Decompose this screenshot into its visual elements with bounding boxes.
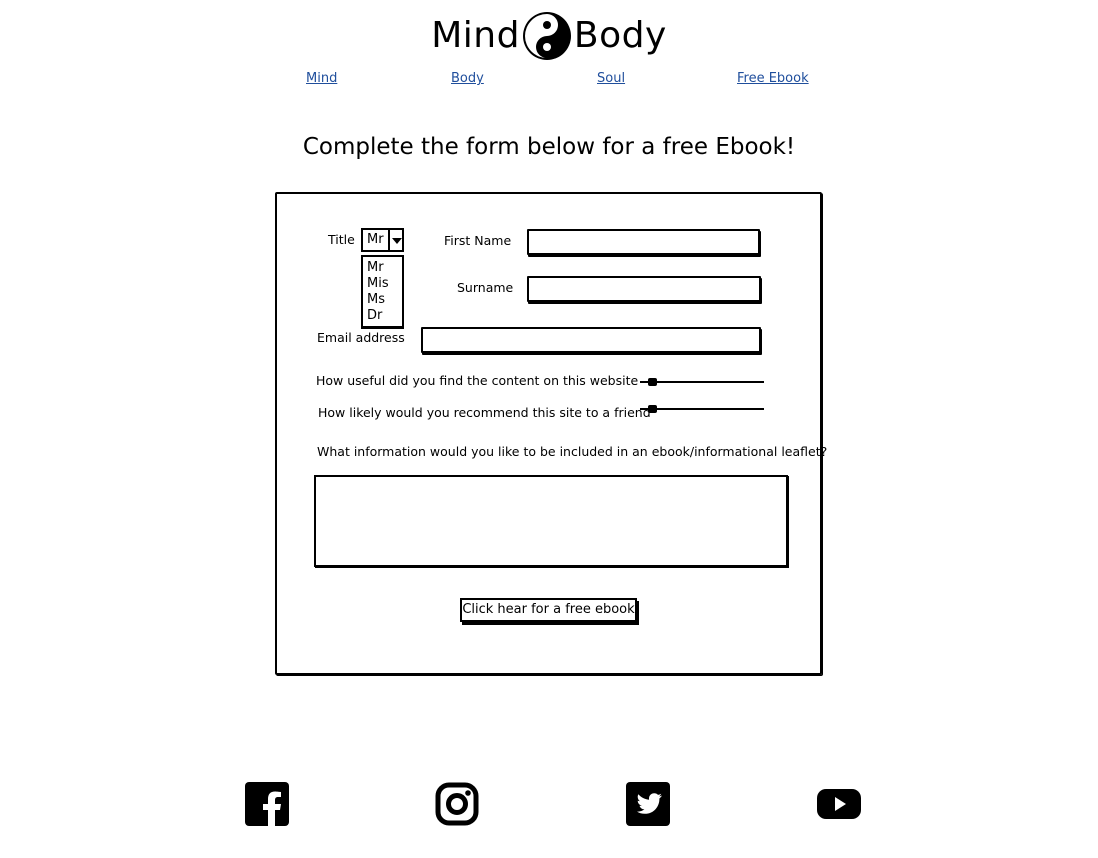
yin-yang-icon: [522, 12, 571, 60]
twitter-icon[interactable]: [626, 782, 670, 826]
title-select[interactable]: Mr: [361, 228, 404, 252]
surname-label: Surname: [457, 280, 514, 295]
email-label: Email address: [317, 330, 405, 345]
logo-text-mind: Mind: [431, 15, 520, 56]
first-name-input[interactable]: [527, 229, 760, 255]
logo-text-body: Body: [573, 15, 667, 56]
chevron-down-icon[interactable]: [392, 238, 402, 244]
nav-link-body[interactable]: Body: [451, 71, 484, 86]
first-name-label: First Name: [444, 233, 512, 248]
free-ebook-submit-button[interactable]: Click hear for a free ebook: [460, 598, 637, 622]
usefulness-slider-thumb[interactable]: [648, 378, 658, 386]
title-label: Title: [328, 232, 355, 247]
recommend-slider[interactable]: [640, 408, 764, 410]
recommend-slider-thumb[interactable]: [648, 405, 658, 413]
info-label: What information would you like to be in…: [317, 444, 828, 459]
surname-input[interactable]: [527, 276, 761, 302]
title-dropdown-list: Mr Mis Ms Dr: [361, 255, 404, 329]
title-option-mr[interactable]: Mr: [367, 260, 384, 276]
title-option-ms[interactable]: Ms: [367, 292, 385, 308]
nav-link-mind[interactable]: Mind: [306, 71, 337, 86]
recommend-label: How likely would you recommend this site…: [318, 405, 651, 420]
facebook-icon[interactable]: [245, 782, 289, 826]
email-input[interactable]: [421, 327, 761, 353]
title-option-dr[interactable]: Dr: [367, 308, 382, 324]
page-title: Complete the form below for a free Ebook…: [302, 134, 796, 160]
site-logo[interactable]: Mind Body: [0, 10, 1098, 62]
nav-link-free-ebook[interactable]: Free Ebook: [737, 71, 809, 86]
youtube-icon[interactable]: [817, 782, 861, 826]
usefulness-label: How useful did you find the content on t…: [316, 373, 639, 388]
nav-link-soul[interactable]: Soul: [597, 71, 625, 86]
instagram-icon[interactable]: [435, 782, 479, 826]
info-textarea[interactable]: [314, 475, 788, 567]
usefulness-slider[interactable]: [640, 381, 764, 383]
title-select-value: Mr: [367, 232, 384, 247]
title-option-mis[interactable]: Mis: [367, 276, 389, 292]
